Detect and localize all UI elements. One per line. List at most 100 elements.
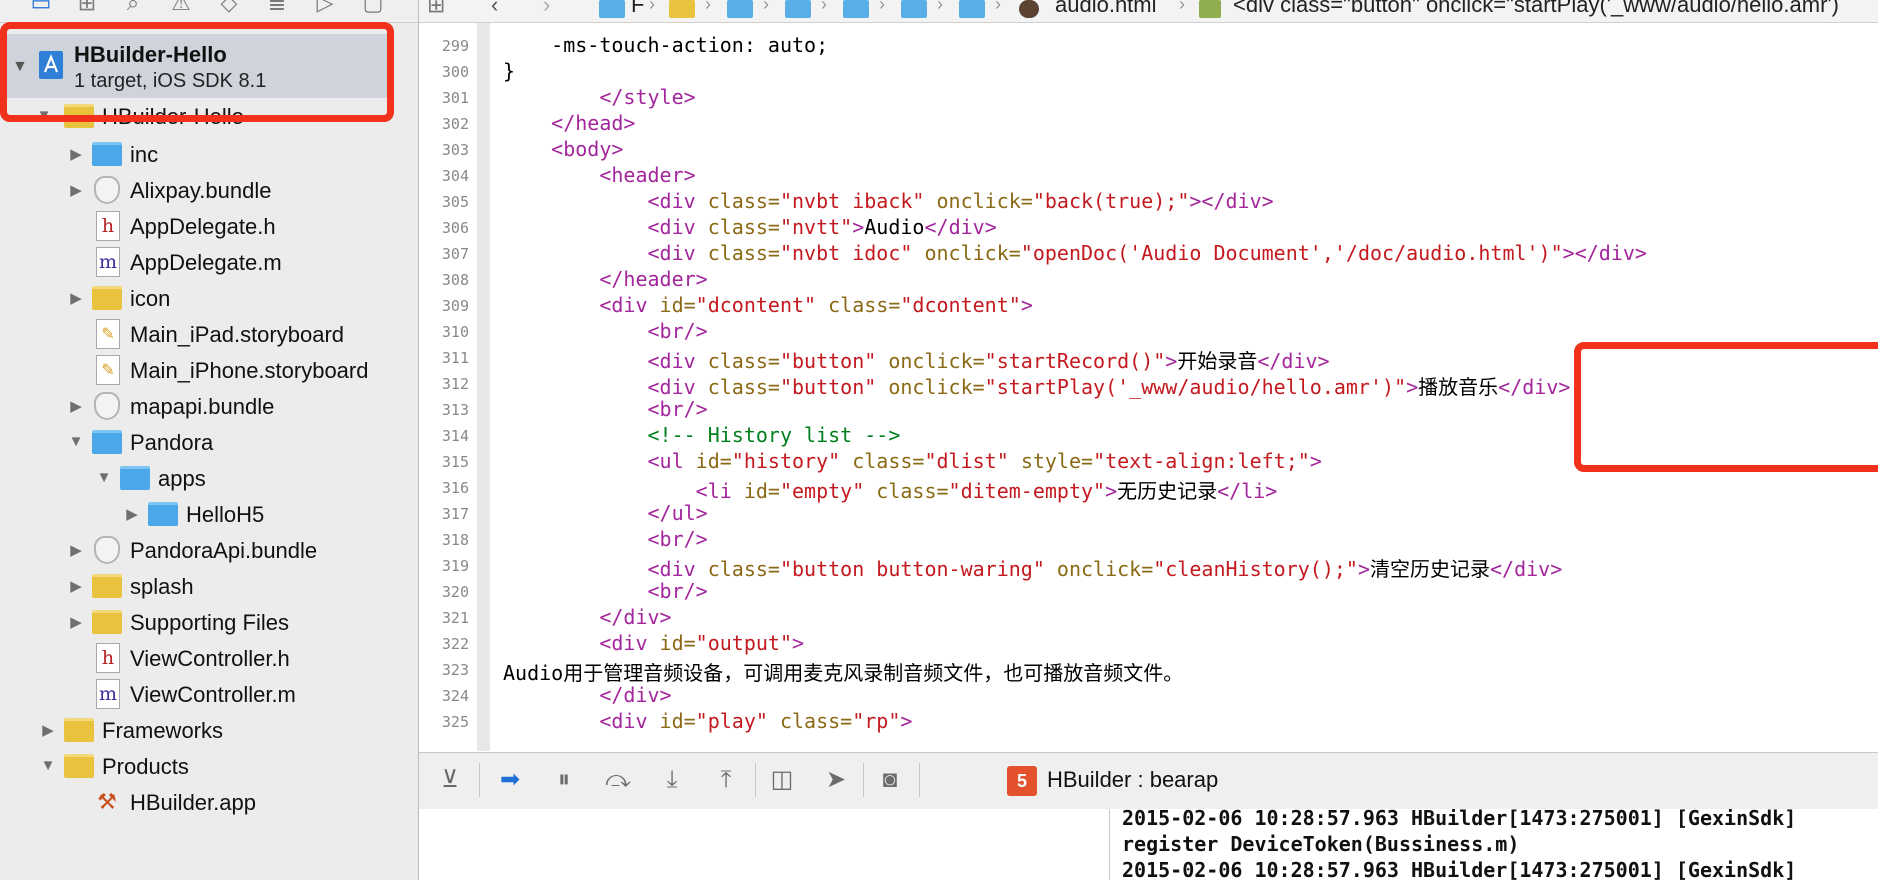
disclosure-open-icon[interactable]: ▼ (68, 433, 84, 450)
bundle-icon (94, 536, 120, 564)
chevron-right-icon: › (879, 0, 885, 14)
code-line-307: <div class="nvbt idoc" onclick="openDoc(… (647, 241, 1647, 265)
breadcrumb-file[interactable]: audio.html (1055, 0, 1157, 18)
step-over-icon[interactable]: ⤼ (601, 763, 635, 797)
breadcrumb-element[interactable]: <div class="button" onclick="startPlay('… (1233, 0, 1839, 18)
breadcrumb-root[interactable]: F (631, 0, 644, 18)
folder-blue-icon[interactable] (843, 0, 869, 18)
line-number: 314 (441, 427, 469, 445)
code-folding-ribbon[interactable] (477, 23, 490, 751)
chevron-right-icon: › (705, 0, 711, 14)
folder-yellow-icon[interactable] (669, 0, 695, 18)
line-number: 318 (441, 531, 469, 549)
tree-row-frameworks[interactable]: ▶ Frameworks (0, 712, 418, 748)
tree-row-splash[interactable]: ▶ splash (0, 568, 418, 604)
variables-view[interactable] (419, 809, 1110, 880)
tree-row-mapapi-bundle[interactable]: ▶ mapapi.bundle (0, 388, 418, 424)
folder-blue-icon[interactable] (901, 0, 927, 18)
chevron-right-icon: › (649, 0, 655, 14)
debug-navigator-icon[interactable]: ≣ (264, 0, 290, 16)
bundle-icon (94, 392, 120, 420)
forward-arrow-icon[interactable]: › (543, 0, 550, 18)
tree-row-icon[interactable]: ▶ icon (0, 280, 418, 316)
tree-row-products[interactable]: ▼ Products (0, 748, 418, 784)
step-out-icon[interactable]: ⤒ (709, 763, 743, 797)
function-icon (1199, 0, 1221, 18)
tree-row-appdelegate-m[interactable]: m AppDelegate.m (0, 244, 418, 280)
tree-row-alixpay-bundle[interactable]: ▶ Alixpay.bundle (0, 172, 418, 208)
console-output[interactable]: 2015-02-06 10:28:57.963 HBuilder[1473:27… (1110, 809, 1878, 880)
tree-row-viewcontroller-m[interactable]: m ViewController.m (0, 676, 418, 712)
disclosure-closed-icon[interactable]: ▶ (68, 145, 84, 163)
tree-row-hbuilder-app[interactable]: ⚒ HBuilder.app (0, 784, 418, 820)
tree-row-apps[interactable]: ▼ apps (0, 460, 418, 496)
disclosure-closed-icon[interactable]: ▶ (68, 181, 84, 199)
chevron-right-icon: › (821, 0, 827, 14)
breakpoint-navigator-icon[interactable]: ▷ (312, 0, 338, 16)
line-number: 302 (441, 115, 469, 133)
debug-view-hierarchy-icon[interactable]: ◫ (765, 763, 799, 797)
disclosure-closed-icon[interactable]: ▶ (68, 289, 84, 307)
test-navigator-icon[interactable]: ◇ (216, 0, 242, 16)
tree-row-pandoraapi-bundle[interactable]: ▶ PandoraApi.bundle (0, 532, 418, 568)
disclosure-open-icon[interactable]: ▼ (40, 757, 56, 774)
line-number: 303 (441, 141, 469, 159)
tree-row-supporting-files[interactable]: ▶ Supporting Files (0, 604, 418, 640)
chevron-right-icon: › (995, 0, 1001, 14)
simulate-location-icon[interactable]: ➤ (819, 763, 853, 797)
project-navigator-icon[interactable]: ▭ (28, 0, 54, 16)
code-line-302: </head> (551, 111, 636, 135)
tree-row-helloh5[interactable]: ▶ HelloH5 (0, 496, 418, 532)
tree-row-label: icon (130, 286, 171, 311)
debug-target-label[interactable]: HBuilder : bearap (1047, 767, 1218, 793)
hide-debug-area-icon[interactable]: ⊻ (433, 763, 467, 797)
report-navigator-icon[interactable]: ▢ (360, 0, 386, 16)
code-line-324: </div> (599, 683, 672, 707)
tree-row-inc[interactable]: ▶ inc (0, 136, 418, 172)
folder-blue-icon[interactable] (785, 0, 811, 18)
disclosure-closed-icon[interactable]: ▶ (68, 397, 84, 415)
tree-row-label: inc (130, 142, 159, 167)
folder-blue-icon[interactable] (727, 0, 753, 18)
line-number: 308 (441, 271, 469, 289)
disclosure-closed-icon[interactable]: ▶ (68, 541, 84, 559)
camera-icon[interactable]: ◙ (873, 763, 907, 797)
back-arrow-icon[interactable]: ‹ (491, 0, 498, 18)
find-navigator-icon[interactable]: ⌕ (120, 0, 146, 16)
line-number: 323 (441, 661, 469, 679)
disclosure-closed-icon[interactable]: ▶ (68, 613, 84, 631)
line-number: 306 (441, 219, 469, 237)
disclosure-closed-icon[interactable]: ▶ (124, 505, 140, 523)
tree-row-viewcontroller-h[interactable]: h ViewController.h (0, 640, 418, 676)
related-items-icon[interactable]: ⊞ (427, 0, 445, 18)
line-number-gutter: 299 300 301 302 303 304 305 306 307 308 … (419, 23, 477, 751)
tree-row-label: apps (158, 466, 206, 491)
disclosure-open-icon[interactable]: ▼ (96, 469, 112, 486)
code-comment-history: <!-- History list --> (647, 423, 901, 447)
line-number: 300 (441, 63, 469, 81)
tree-row-label: PandoraApi.bundle (130, 538, 318, 563)
project-navigator: ▭ ⊞ ⌕ ⚠ ◇ ≣ ▷ ▢ ▼ HBuilder-Hello 1 targe… (0, 0, 419, 880)
tree-row-appdelegate-h[interactable]: h AppDelegate.h (0, 208, 418, 244)
disclosure-closed-icon[interactable]: ▶ (68, 577, 84, 595)
tree-row-label: splash (130, 574, 194, 599)
tree-row-label: HelloH5 (186, 502, 265, 527)
line-number: 305 (441, 193, 469, 211)
disclosure-closed-icon[interactable]: ▶ (40, 721, 56, 739)
folder-blue-icon[interactable] (959, 0, 985, 18)
pause-icon[interactable]: ⏸ (547, 763, 581, 797)
folder-yellow-icon (64, 754, 94, 778)
code-line-315: <ul id="history" class="dlist" style="te… (647, 449, 1322, 473)
tree-row-main-iphone-storyboard[interactable]: ✎ Main_iPhone.storyboard (0, 352, 418, 388)
breakpoints-toggle-icon[interactable]: ➡ (493, 763, 527, 797)
step-into-icon[interactable]: ⤓ (655, 763, 689, 797)
code-line-305: <div class="nvbt iback" onclick="back(tr… (647, 189, 1274, 213)
symbol-navigator-icon[interactable]: ⊞ (74, 0, 100, 16)
code-text-start-record: 开始录音 (1177, 349, 1258, 373)
issue-navigator-icon[interactable]: ⚠ (168, 0, 194, 16)
line-number: 319 (441, 557, 469, 575)
source-editor[interactable]: 299 300 301 302 303 304 305 306 307 308 … (419, 23, 1878, 751)
tree-row-main-ipad-storyboard[interactable]: ✎ Main_iPad.storyboard (0, 316, 418, 352)
tree-row-pandora[interactable]: ▼ Pandora (0, 424, 418, 460)
line-number: 310 (441, 323, 469, 341)
